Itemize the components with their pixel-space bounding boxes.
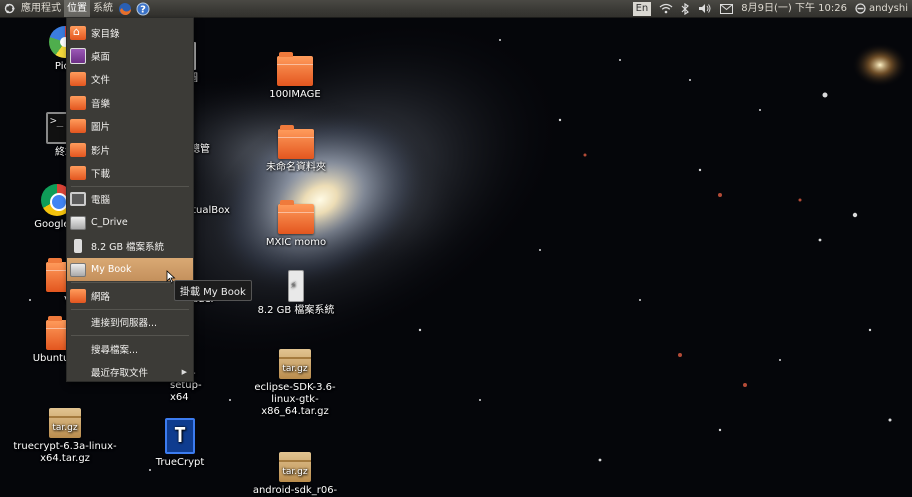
- applications-menu[interactable]: 應用程式: [18, 0, 64, 17]
- menu-separator: [71, 185, 189, 187]
- submenu-arrow-icon: ▶: [181, 368, 187, 377]
- top-panel: 應用程式 位置 系統 ? En 8月9日(一) 下午 10:26 andyshi: [0, 0, 912, 18]
- network-icon: [70, 288, 86, 303]
- input-method-indicator[interactable]: En: [629, 0, 656, 17]
- places-item-home[interactable]: 家目錄: [67, 21, 193, 44]
- computer-icon: [70, 192, 86, 207]
- help-icon[interactable]: ?: [136, 2, 150, 16]
- volume-icon[interactable]: [694, 0, 716, 17]
- system-menu[interactable]: 系統: [90, 0, 116, 17]
- places-item-videos[interactable]: 影片: [67, 138, 193, 161]
- documents-folder-icon: [70, 72, 86, 87]
- archive-icon: tar.gz: [279, 349, 311, 379]
- pictures-folder-icon: [70, 119, 86, 134]
- desktop-folder-icon: [70, 48, 86, 65]
- drive-icon: [70, 215, 86, 230]
- places-item-pictures[interactable]: 圖片: [67, 115, 193, 138]
- desktop-item-partial[interactable]: rtualBox: [188, 205, 238, 217]
- places-item-search-files[interactable]: 搜尋檔案...: [67, 337, 193, 360]
- menu-separator: [71, 308, 189, 310]
- svg-text:?: ?: [140, 4, 146, 15]
- truecrypt-archive-file[interactable]: tar.gz truecrypt-6.3a-linux-x64.tar.gz: [12, 408, 118, 465]
- folder-icon: [278, 125, 314, 159]
- places-menu-button[interactable]: 位置: [64, 0, 90, 17]
- wifi-icon[interactable]: [655, 0, 677, 17]
- mount-tooltip: 掛載 My Book: [174, 280, 252, 301]
- places-item-downloads[interactable]: 下載: [67, 161, 193, 184]
- places-item-c-drive[interactable]: C_Drive: [67, 211, 193, 234]
- user-menu[interactable]: andyshi: [851, 0, 912, 17]
- usb-filesystem[interactable]: 8.2 GB 檔案系統: [250, 270, 342, 317]
- places-item-music[interactable]: 音樂: [67, 91, 193, 114]
- ubuntu-logo-icon: [4, 3, 15, 14]
- menu-separator: [71, 335, 189, 337]
- folder-icon: [46, 258, 82, 292]
- desktop-item-partial[interactable]: 總管: [190, 144, 230, 156]
- downloads-folder-icon: [70, 166, 86, 181]
- places-item-recent-documents[interactable]: 最近存取文件 ▶: [67, 360, 193, 383]
- usb-drive-icon: [288, 270, 304, 302]
- folder-icon: [278, 200, 314, 234]
- places-item-usb-filesystem[interactable]: 8.2 GB 檔案系統: [67, 235, 193, 258]
- places-item-computer[interactable]: 電腦: [67, 188, 193, 211]
- home-folder-icon: [70, 25, 86, 40]
- android-archive-file[interactable]: tar.gz android-sdk_r06-: [244, 452, 346, 497]
- user-name: andyshi: [868, 3, 908, 14]
- external-drive-icon: [70, 262, 86, 277]
- mouse-cursor-icon: [166, 270, 176, 284]
- firefox-icon[interactable]: [118, 2, 132, 16]
- bluetooth-icon[interactable]: [677, 0, 694, 17]
- usb-drive-icon: [74, 239, 82, 254]
- folder-untitled[interactable]: 未命名資料夾: [256, 125, 336, 174]
- archive-icon: tar.gz: [279, 452, 311, 482]
- music-folder-icon: [70, 95, 86, 110]
- places-item-connect-server[interactable]: 連接到伺服器...: [67, 311, 193, 334]
- archive-icon: tar.gz: [49, 408, 81, 438]
- folder-mxic[interactable]: MXIC momo: [256, 200, 336, 249]
- clock[interactable]: 8月9日(一) 下午 10:26: [737, 0, 851, 17]
- places-item-documents[interactable]: 文件: [67, 68, 193, 91]
- mail-icon[interactable]: [716, 0, 737, 17]
- videos-folder-icon: [70, 142, 86, 157]
- user-status-icon: [855, 3, 866, 14]
- truecrypt-launcher[interactable]: T TrueCrypt: [150, 418, 210, 469]
- truecrypt-icon: T: [165, 418, 195, 454]
- folder-icon: [277, 52, 313, 86]
- indicator-area: En 8月9日(一) 下午 10:26 andyshi: [629, 0, 912, 17]
- eclipse-archive-file[interactable]: tar.gz eclipse-SDK-3.6-linux-gtk-x86_64.…: [244, 349, 346, 418]
- folder-icon: [46, 316, 82, 350]
- folder-100image[interactable]: 100IMAGE: [260, 52, 330, 101]
- places-dropdown-menu: 家目錄 桌面 文件 音樂 圖片 影片 下載 電腦 C_Drive 8.2 GB …: [66, 17, 194, 382]
- places-item-desktop[interactable]: 桌面: [67, 44, 193, 67]
